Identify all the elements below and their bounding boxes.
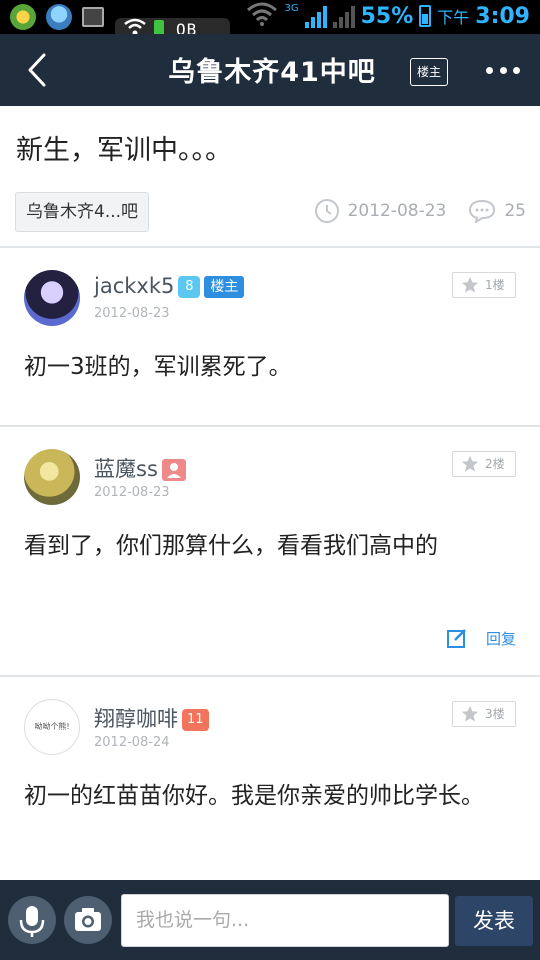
username-line: 蓝魔ss [94,453,186,483]
reply-date: 2012-08-23 [94,485,170,500]
username[interactable]: 蓝魔ss [94,457,158,481]
forum-link[interactable]: 乌鲁木齐4...吧 [15,192,150,232]
thread-title: 新生，军训中。。。 [16,135,232,166]
signal-bars-2-icon [332,4,355,28]
floor-button[interactable]: 3楼 [452,701,516,727]
username-line: jackxk5 8 楼主 [94,274,245,298]
app-header: 乌鲁木齐41中吧 [0,34,540,106]
floor-label: 2楼 [485,457,505,471]
reply-text: 初一3班的，军训累死了。 [24,354,292,380]
reply-text: 看到了，你们那算什么，看看我们高中的 [24,533,438,559]
star-icon [461,705,479,722]
microphone-icon [19,906,45,937]
more-menu-icon[interactable] [486,60,520,80]
status-bar: OB 3G 55% 下午 3:09 [0,0,540,46]
qq-notification-icon [46,4,72,30]
edit-icon [446,629,466,648]
status-right: 3G 55% 下午 3:09 [246,2,530,30]
avatar[interactable]: 呦呦个熊! [24,699,80,755]
star-icon [461,276,479,293]
am-pm: 下午 [437,8,470,27]
notification-icons [10,4,104,30]
user-badge-icon [161,459,186,481]
clock-time: 3:09 [475,3,530,29]
level-badge: 8 [178,276,201,298]
reply-label: 回复 [485,629,516,648]
voice-button[interactable] [8,896,56,944]
comment-icon [469,199,496,223]
floor-button[interactable]: 2楼 [452,451,516,477]
username-line: 翔醇咖啡 11 [94,703,209,733]
username[interactable]: 翔醇咖啡 [94,707,178,731]
thread-meta: 2012-08-23 25 [314,198,526,224]
page-title: 乌鲁木齐41中吧 [168,57,376,88]
avatar[interactable] [24,270,80,326]
only-owner-toggle[interactable]: 楼主 [410,58,448,86]
divider [0,675,540,677]
comment-input[interactable]: 我也说一句... [121,894,449,947]
image-notification-icon [82,7,104,27]
thread-date: 2012-08-23 [347,201,447,221]
wifi-icon [246,2,278,30]
reply-text: 初一的红苗苗你好。我是你亲爱的帅比学长。 [24,783,484,809]
avatar[interactable] [24,449,80,505]
owner-tag: 楼主 [204,276,245,298]
divider [0,246,540,248]
battery-icon [419,5,432,27]
photo-button[interactable] [64,896,112,944]
reply-button[interactable]: 回复 [446,627,516,649]
floor-label: 1楼 [485,278,505,292]
floor-button[interactable]: 1楼 [452,272,516,298]
battery-percent: 55% [360,3,414,29]
reply-date: 2012-08-23 [94,306,170,321]
level-badge: 11 [182,709,209,731]
send-button[interactable]: 发表 [455,896,533,946]
divider [0,425,540,427]
camera-icon [75,908,101,931]
network-type: 3G [284,2,299,14]
floor-label: 3楼 [485,707,505,721]
star-icon [461,455,479,472]
reply-count: 25 [504,201,526,221]
app-notification-icon [10,4,36,30]
comment-bar: 我也说一句... 发表 [0,880,540,960]
username[interactable]: jackxk5 [94,274,174,298]
clock-icon [314,199,339,223]
reply-date: 2012-08-24 [94,735,170,750]
signal-bars-icon [304,4,327,28]
